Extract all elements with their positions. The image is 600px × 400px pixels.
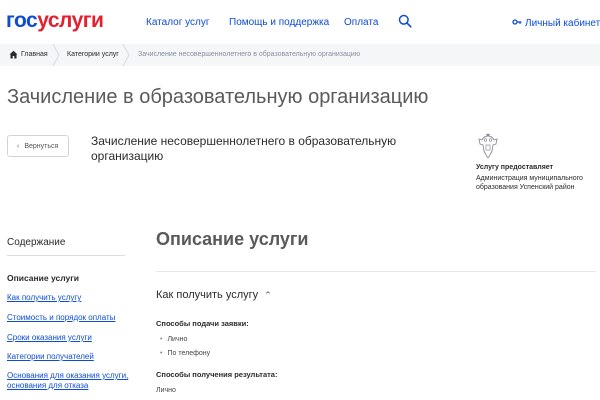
result-method-text: Лично	[156, 387, 176, 394]
provider-name: Администрация муниципального образования…	[476, 175, 583, 191]
toc-link-terms[interactable]: Сроки оказания услуги	[7, 333, 92, 343]
breadcrumb-home[interactable]: Главная	[21, 51, 48, 58]
accordion-title-label: Как получить услугу	[156, 289, 259, 301]
section-divider	[156, 271, 596, 272]
result-heading: Способы получения результата:	[156, 370, 278, 379]
nav-help[interactable]: Помощь и поддержка	[229, 17, 329, 28]
cabinet-label: Личный кабинет	[525, 18, 600, 29]
logo-part-uslugi: услуги	[37, 9, 104, 32]
nav-payment[interactable]: Оплата	[344, 17, 378, 28]
coat-of-arms-icon	[478, 133, 498, 159]
chevron-left-icon: ‹	[17, 142, 20, 150]
list-item: Лично	[160, 333, 210, 347]
provider-label: Услугу предоставляет	[476, 164, 554, 171]
home-icon[interactable]	[9, 50, 18, 59]
breadcrumb-separator	[122, 44, 130, 66]
breadcrumb-categories[interactable]: Категории услуг	[67, 51, 119, 58]
accordion-how-to-get[interactable]: Как получить услугу ⌃	[156, 289, 272, 301]
submission-heading: Способы подачи заявки:	[156, 319, 249, 328]
toc-link-refusal[interactable]: основания для отказа	[7, 381, 88, 391]
toc-title: Содержание	[7, 237, 66, 248]
gosuslugi-logo[interactable]: госуслуги	[6, 9, 104, 32]
section-title: Описание услуги	[156, 229, 309, 249]
breadcrumb-separator	[52, 44, 60, 66]
toc-link-cost[interactable]: Стоимость и порядок оплаты	[7, 313, 115, 323]
submission-methods-list: Лично По телефону	[160, 333, 210, 361]
back-button-label: Вернуться	[24, 142, 59, 150]
key-icon	[512, 19, 522, 25]
toc-divider	[7, 255, 125, 256]
service-title: Зачисление несовершеннолетнего в образов…	[91, 134, 397, 163]
search-icon[interactable]	[398, 14, 412, 28]
breadcrumb-current: Зачисление несовершеннолетнего в образов…	[138, 51, 361, 58]
nav-catalog[interactable]: Каталог услуг	[146, 17, 210, 28]
list-item: По телефону	[160, 347, 210, 361]
toc-item-active: Описание услуги	[7, 273, 80, 283]
toc-link-recipients[interactable]: Категории получателей	[7, 352, 94, 362]
toc-link-grounds[interactable]: Основания для оказания услуги,	[7, 371, 128, 381]
toc-link-how-to-get[interactable]: Как получить услугу	[7, 293, 81, 303]
personal-cabinet-link[interactable]: Личный кабинет	[512, 17, 600, 29]
top-header: госуслуги Каталог услуг Помощь и поддерж…	[0, 0, 600, 44]
page-title: Зачисление в образовательную организацию	[7, 86, 429, 108]
back-button[interactable]: ‹ Вернуться	[7, 135, 69, 157]
logo-part-gos: гос	[6, 9, 38, 32]
chevron-up-icon: ⌃	[264, 290, 272, 300]
